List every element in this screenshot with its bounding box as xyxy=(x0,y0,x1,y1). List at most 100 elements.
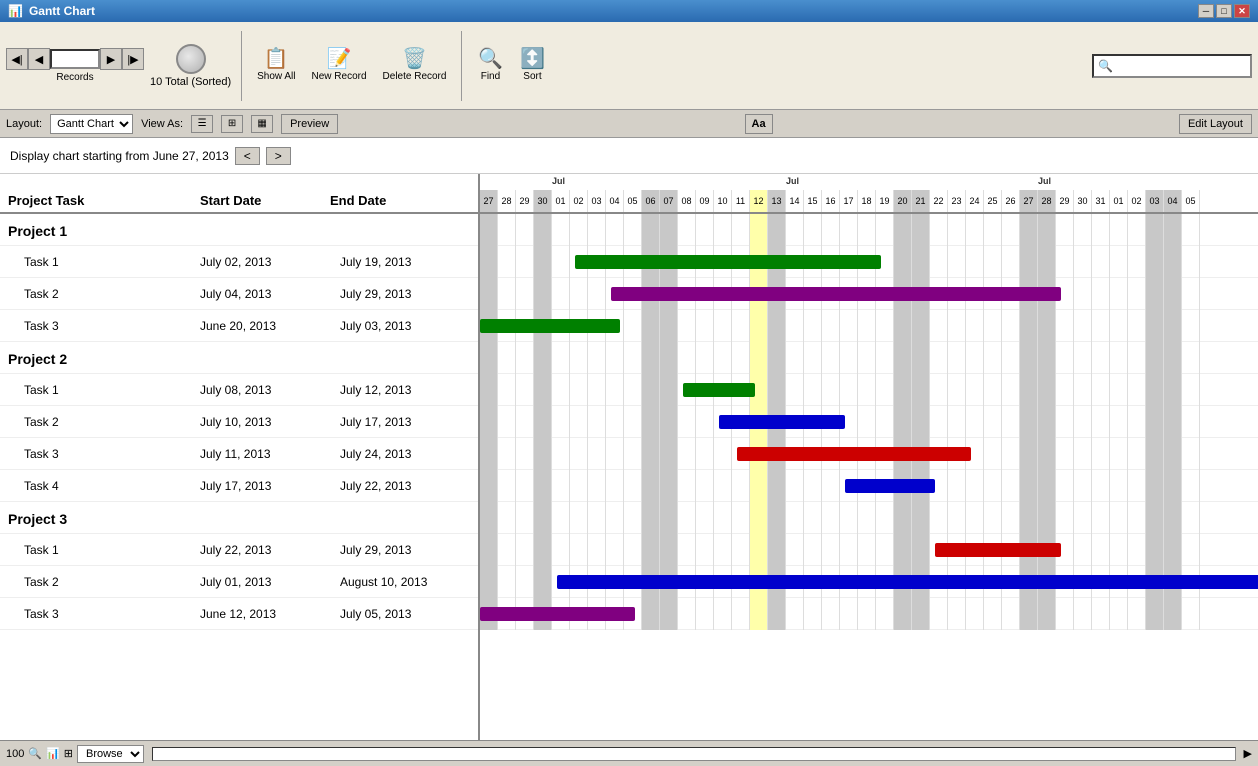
gantt-body-cell xyxy=(876,598,894,630)
gantt-row: ▶ xyxy=(480,566,1258,598)
gantt-body-cell xyxy=(516,214,534,246)
nav-prev-button[interactable]: ◀ xyxy=(28,48,50,70)
nav-next-button[interactable]: ▶ xyxy=(100,48,122,70)
gantt-body-cell xyxy=(1182,598,1200,630)
gantt-day-header-cell: 16 xyxy=(822,190,840,212)
close-button[interactable]: ✕ xyxy=(1234,4,1250,18)
gantt-body-cell xyxy=(498,438,516,470)
nav-first-button[interactable]: ◀| xyxy=(6,48,28,70)
gantt-day-header-cell: 18 xyxy=(858,190,876,212)
view-table-button[interactable]: ⊞ xyxy=(221,115,243,133)
gantt-body-cell xyxy=(876,502,894,534)
gantt-body-cell xyxy=(570,374,588,406)
edit-layout-button[interactable]: Edit Layout xyxy=(1179,114,1252,134)
gantt-body-cell xyxy=(966,342,984,374)
maximize-button[interactable]: □ xyxy=(1216,4,1232,18)
gantt-day-header-cell: 01 xyxy=(552,190,570,212)
gantt-day-header-cell: 04 xyxy=(606,190,624,212)
minimize-button[interactable]: ─ xyxy=(1198,4,1214,18)
preview-button[interactable]: Preview xyxy=(281,114,338,134)
scroll-right-icon[interactable]: ▶ xyxy=(1244,747,1252,760)
gantt-body-cell xyxy=(516,374,534,406)
show-all-button[interactable]: 📋 Show All xyxy=(252,46,300,85)
find-button[interactable]: 🔍 Find xyxy=(472,46,508,85)
sort-button[interactable]: ↕️ Sort xyxy=(514,46,550,85)
view-grid-button[interactable]: ▦ xyxy=(251,115,273,133)
aa-button[interactable]: Aa xyxy=(745,114,773,134)
toolbar: ◀| ◀ 10 ▶ |▶ Records 10 Total (Sorted) 📋… xyxy=(0,22,1258,110)
nav-last-button[interactable]: |▶ xyxy=(122,48,144,70)
gantt-body-cell xyxy=(786,310,804,342)
gantt-body-cell xyxy=(822,470,840,502)
sort-label: Sort xyxy=(523,71,541,82)
gantt-body-cell xyxy=(1092,374,1110,406)
gantt-body-cell xyxy=(1146,406,1164,438)
gantt-body-cell xyxy=(1074,470,1092,502)
gantt-body-cell xyxy=(930,374,948,406)
chart-next-button[interactable]: > xyxy=(266,147,291,165)
gantt-body-cell xyxy=(1182,470,1200,502)
gantt-body-cell xyxy=(840,502,858,534)
gantt-body-cell xyxy=(480,502,498,534)
gantt-body-cell xyxy=(1056,310,1074,342)
sep-2 xyxy=(461,31,462,101)
task-start-date: July 02, 2013 xyxy=(200,255,340,269)
gantt-body-cell xyxy=(480,246,498,278)
gantt-body-cell xyxy=(660,598,678,630)
gantt-body-cell xyxy=(930,598,948,630)
gantt-body-cell xyxy=(588,214,606,246)
task-end-date: July 17, 2013 xyxy=(340,415,470,429)
gantt-body-cell xyxy=(1092,534,1110,566)
gantt-body-cell xyxy=(552,246,570,278)
gantt-body-cell xyxy=(588,278,606,310)
task-row: Task 2July 01, 2013August 10, 2013 xyxy=(0,566,478,598)
task-end-date: July 29, 2013 xyxy=(340,287,470,301)
gantt-day-header-cell: 25 xyxy=(984,190,1002,212)
gantt-body-cell xyxy=(570,278,588,310)
view-list-button[interactable]: ☰ xyxy=(191,115,213,133)
delete-record-label: Delete Record xyxy=(383,71,447,82)
gantt-body-cell xyxy=(1164,502,1182,534)
gantt-body-cell xyxy=(516,342,534,374)
record-number-input[interactable]: 10 xyxy=(50,49,100,69)
gantt-body-cell xyxy=(1110,246,1128,278)
chart-prev-button[interactable]: < xyxy=(235,147,260,165)
new-record-button[interactable]: 📝 New Record xyxy=(307,46,372,85)
gantt-panel[interactable]: JulJulJul2728293001020304050607080910111… xyxy=(480,174,1258,740)
gantt-body-cell xyxy=(876,310,894,342)
delete-record-button[interactable]: 🗑️ Delete Record xyxy=(378,46,452,85)
gantt-body-cell xyxy=(1056,438,1074,470)
gantt-body-cell xyxy=(948,246,966,278)
gantt-body-cell xyxy=(588,406,606,438)
gantt-day-header-cell: 13 xyxy=(768,190,786,212)
gantt-body-cell xyxy=(624,342,642,374)
status-mode-select[interactable]: Browse xyxy=(77,745,144,763)
search-input[interactable] xyxy=(1113,60,1246,72)
gantt-body-cell xyxy=(642,502,660,534)
gantt-body-cell xyxy=(912,534,930,566)
total-section: 10 Total (Sorted) xyxy=(150,44,231,88)
horizontal-scrollbar[interactable] xyxy=(152,747,1236,761)
gantt-bar xyxy=(683,383,755,397)
gantt-body-cell xyxy=(480,406,498,438)
gantt-body-cell xyxy=(1164,214,1182,246)
layout-select[interactable]: Gantt Chart xyxy=(50,114,133,134)
gantt-body-cell xyxy=(966,246,984,278)
gantt-body-cell xyxy=(930,214,948,246)
gantt-body-cell xyxy=(552,342,570,374)
gantt-body-cell xyxy=(984,374,1002,406)
gantt-body-cell xyxy=(1128,310,1146,342)
gantt-day-header-cell: 10 xyxy=(714,190,732,212)
nav-arrows-group: ◀| ◀ 10 ▶ |▶ xyxy=(6,48,144,70)
gantt-body-cell xyxy=(1020,246,1038,278)
gantt-body-cell xyxy=(822,342,840,374)
gantt-body-cell xyxy=(912,598,930,630)
gantt-body-cell xyxy=(498,278,516,310)
gantt-body-cell xyxy=(930,342,948,374)
gantt-body-cell xyxy=(1164,342,1182,374)
gantt-day-header-cell: 09 xyxy=(696,190,714,212)
gantt-body-cell xyxy=(1182,374,1200,406)
task-name: Task 3 xyxy=(0,319,200,333)
gantt-body-cell xyxy=(750,470,768,502)
find-icon: 🔍 xyxy=(478,49,503,69)
